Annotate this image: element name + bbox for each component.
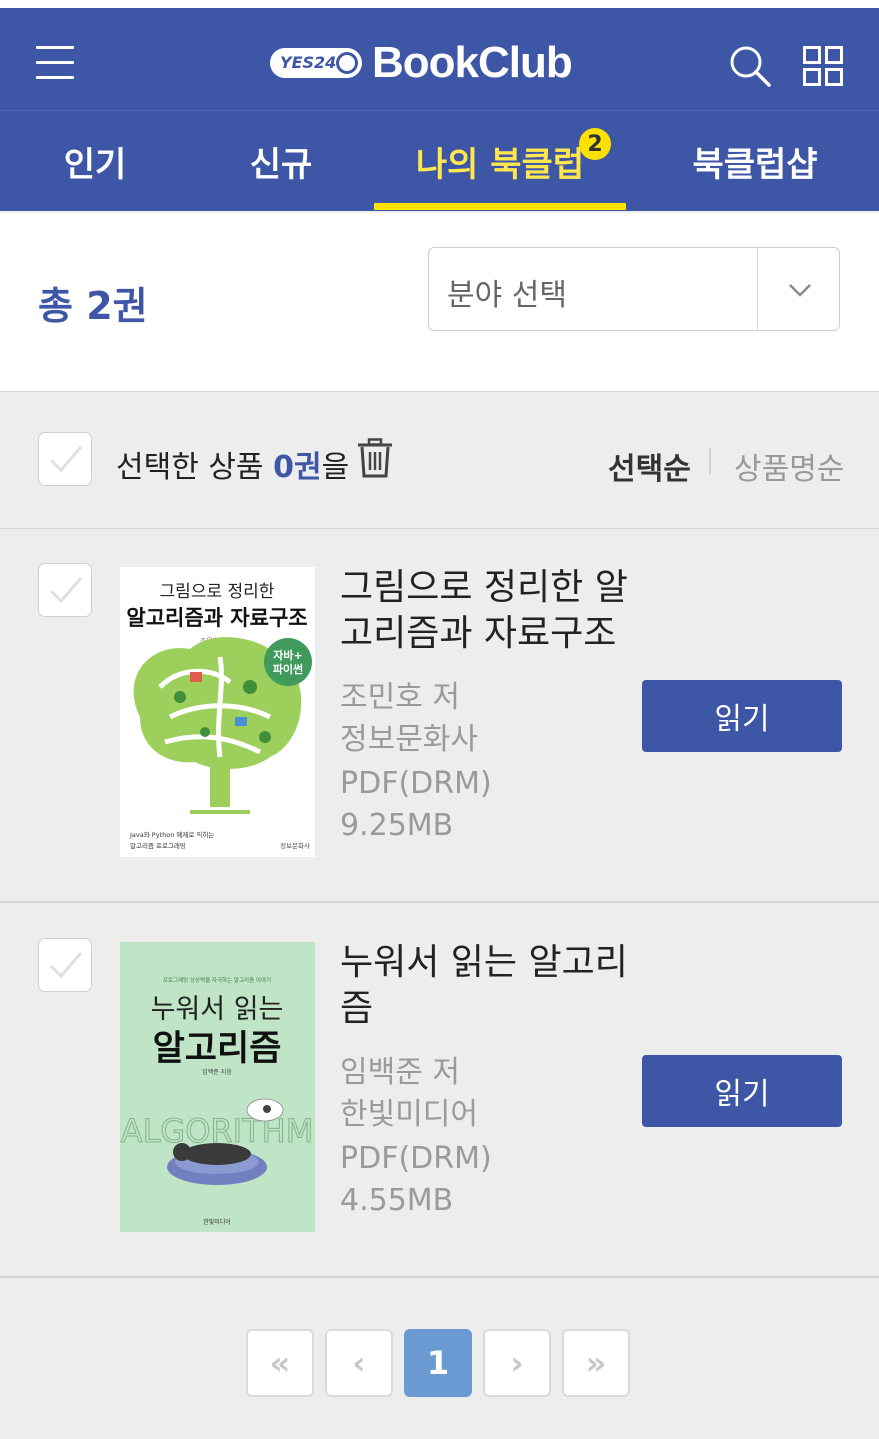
category-select[interactable]: 분야 선택 bbox=[428, 247, 840, 331]
book-author: 임백준 저 bbox=[340, 1055, 460, 1090]
chevron-down-icon bbox=[789, 284, 811, 297]
cover-1-top: 그림으로 정리한 bbox=[160, 582, 275, 602]
book-title[interactable]: 누워서 읽는 알고리즘 bbox=[340, 940, 630, 1032]
list-item: 그림으로 정리한 알고리즘과 자료구조 조민호 지음 자바+ 파이썬 Java와… bbox=[0, 529, 879, 903]
pagination: « ‹ 1 › » bbox=[0, 1280, 879, 1439]
cover-1-main: 알고리즘과 자료구조 bbox=[126, 606, 307, 630]
selected-count: 0권 bbox=[273, 450, 322, 485]
search-icon[interactable] bbox=[728, 44, 772, 88]
book-format: PDF(DRM) bbox=[340, 1141, 492, 1176]
check-icon bbox=[49, 952, 83, 979]
read-button[interactable]: 읽기 bbox=[642, 680, 842, 752]
cover-2-line1: 누워서 읽는 bbox=[151, 994, 284, 1025]
select-all-checkbox[interactable] bbox=[38, 432, 92, 486]
last-page-button[interactable]: » bbox=[562, 1329, 630, 1397]
cover-2-author: 임백준 지음 bbox=[202, 1068, 232, 1076]
check-icon bbox=[49, 446, 83, 473]
book-publisher: 한빛미디어 bbox=[340, 1097, 478, 1132]
book-format: PDF(DRM) bbox=[340, 766, 492, 801]
tab-bookclub-shop[interactable]: 북클럽샵 bbox=[660, 111, 850, 211]
list-item: 프로그래밍 상상력을 자극하는 알고리즘 이야기 누워서 읽는 알고리즘 임백준… bbox=[0, 904, 879, 1278]
bookclub-logo[interactable]: YES24 BookClub bbox=[270, 38, 573, 88]
book-cover-2[interactable]: 프로그래밍 상상력을 자극하는 알고리즘 이야기 누워서 읽는 알고리즘 임백준… bbox=[120, 942, 315, 1232]
summary-bar: 총 2권 분야 선택 bbox=[0, 213, 879, 392]
yes24-logo-pill: YES24 bbox=[270, 48, 362, 78]
check-icon bbox=[49, 577, 83, 604]
book-filesize: 4.55MB bbox=[340, 1183, 454, 1218]
grid-icon[interactable] bbox=[803, 46, 843, 86]
brand-name: BookClub bbox=[372, 38, 573, 87]
trash-icon[interactable] bbox=[356, 438, 394, 478]
cover-2-publisher: 한빛미디어 bbox=[203, 1218, 231, 1226]
status-strip bbox=[0, 0, 879, 8]
tab-my-bookclub[interactable]: 나의 북클럽 bbox=[374, 111, 626, 211]
read-button[interactable]: 읽기 bbox=[642, 1055, 842, 1127]
main-tabs: 인기 신규 나의 북클럽 북클럽샵 bbox=[0, 110, 879, 211]
select-divider bbox=[757, 248, 758, 330]
cover-1-foot-line1: Java와 Python 예제로 익히는 bbox=[129, 830, 214, 839]
tab-popular[interactable]: 인기 bbox=[30, 111, 160, 211]
total-count: 총 2권 bbox=[38, 284, 148, 328]
item-checkbox[interactable] bbox=[38, 938, 92, 992]
selected-suffix: 을 bbox=[321, 450, 350, 485]
menu-icon[interactable] bbox=[36, 42, 74, 82]
book-publisher: 정보문화사 bbox=[340, 722, 478, 757]
selected-count-label: 선택한 상품 0권을 bbox=[116, 442, 349, 486]
cover-2-main: 알고리즘 bbox=[153, 1029, 282, 1069]
active-tab-indicator bbox=[374, 203, 626, 210]
cover-2-tag: 프로그래밍 상상력을 자극하는 알고리즘 이야기 bbox=[163, 976, 271, 984]
selection-toolbar: 선택한 상품 0권을 선택순 상품명순 bbox=[0, 392, 879, 529]
book-filesize: 9.25MB bbox=[340, 808, 454, 843]
logo-dot bbox=[336, 52, 358, 74]
app-header: YES24 BookClub bbox=[0, 8, 879, 110]
book-cover-1[interactable]: 그림으로 정리한 알고리즘과 자료구조 조민호 지음 자바+ 파이썬 Java와… bbox=[120, 567, 315, 857]
next-page-button[interactable]: › bbox=[483, 1329, 551, 1397]
selected-prefix: 선택한 상품 bbox=[116, 450, 274, 485]
item-checkbox[interactable] bbox=[38, 563, 92, 617]
sort-by-name[interactable]: 상품명순 bbox=[734, 444, 844, 488]
cover-1-badge-line1: 자바+ bbox=[273, 648, 302, 662]
yes24-logo-text: YES24 bbox=[280, 53, 337, 72]
book-title[interactable]: 그림으로 정리한 알고리즘과 자료구조 bbox=[340, 565, 630, 657]
sort-divider bbox=[709, 448, 711, 474]
tab-new[interactable]: 신규 bbox=[216, 111, 346, 211]
sort-by-selection[interactable]: 선택순 bbox=[608, 444, 691, 488]
category-select-value: 분야 선택 bbox=[447, 278, 567, 313]
cover-1-badge-line2: 파이썬 bbox=[273, 662, 303, 676]
book-author: 조민호 저 bbox=[340, 680, 460, 715]
cover-1-foot-line2: 알고리즘 프로그래밍 bbox=[130, 841, 186, 850]
page-1-button[interactable]: 1 bbox=[404, 1329, 472, 1397]
cover-1-publisher: 정보문화사 bbox=[280, 841, 310, 850]
prev-page-button[interactable]: ‹ bbox=[325, 1329, 393, 1397]
tab-badge: 2 bbox=[579, 128, 611, 160]
first-page-button[interactable]: « bbox=[246, 1329, 314, 1397]
